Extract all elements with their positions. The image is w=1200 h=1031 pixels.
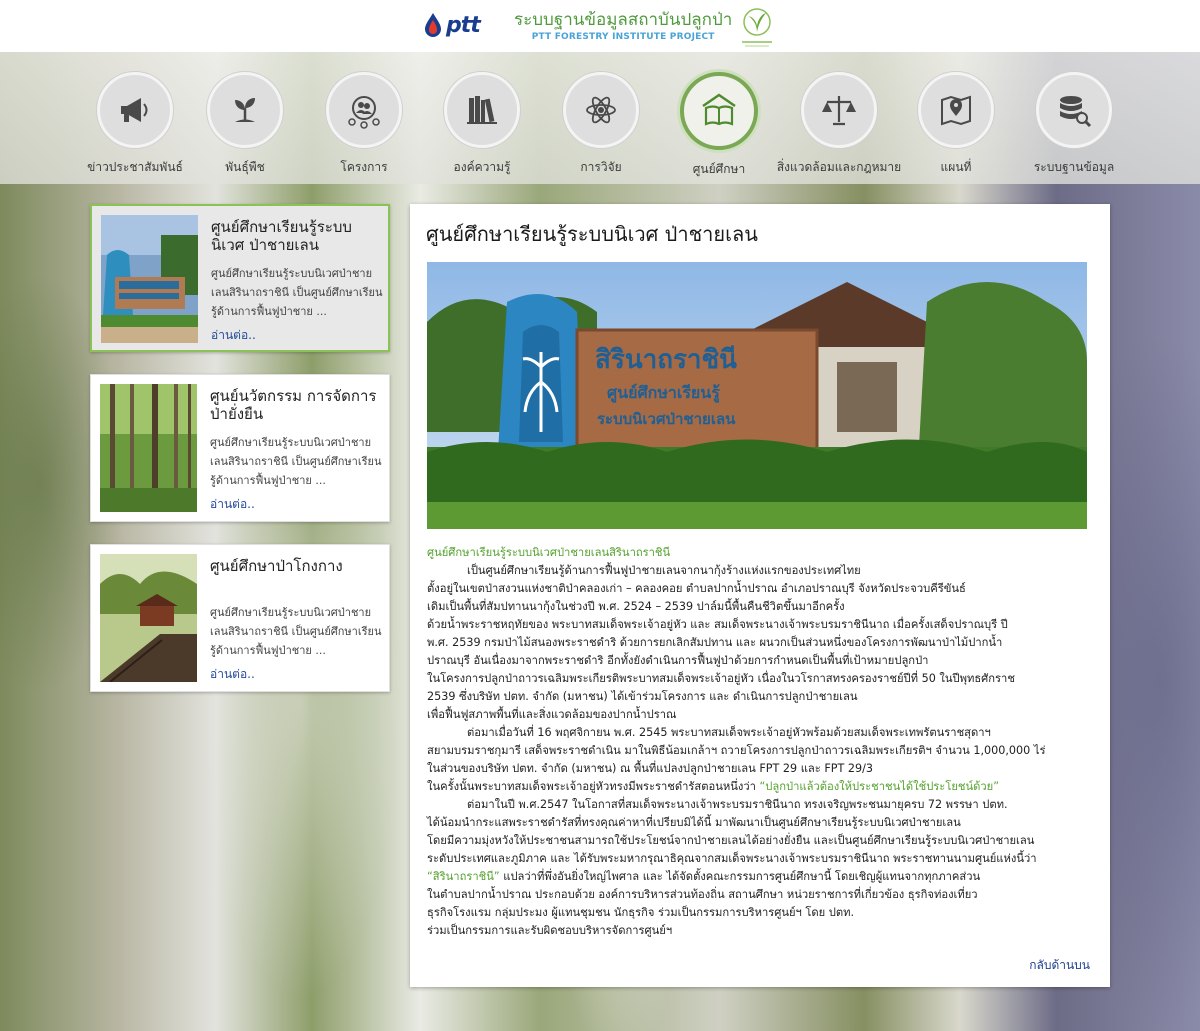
article-paragraph-line: ในตำบลปากน้ำปราณ ประกอบด้วย องค์การบริหา… xyxy=(427,888,978,901)
article-paragraph-line: ได้น้อมนำกระแสพระราชดำรัสที่ทรงคุณค่าหาท… xyxy=(427,816,961,829)
map-pin-icon xyxy=(941,95,971,126)
database-search-icon xyxy=(1060,96,1092,128)
forestry-institute-logo xyxy=(742,8,772,47)
article-paragraph-line: ร่วมเป็นกรรมการและรับผิดชอบบริหารจัดการศ… xyxy=(427,924,673,937)
ptt-flame-icon xyxy=(425,13,441,37)
card-thumbnail xyxy=(101,215,198,343)
article-paragraph-line: “สิรินาถราชินี” แปลว่าที่พึ่งอันยิ่งใหญ่… xyxy=(427,868,1097,886)
article-paragraph-line: เป็นศูนย์ศึกษาเรียนรู้ด้านการฟื้นฟูป่าชา… xyxy=(467,564,861,577)
nav-circle xyxy=(444,72,520,148)
forest-trees-image xyxy=(100,384,197,512)
ptt-logo[interactable]: ptt xyxy=(424,12,481,38)
article-paragraph-line: ตั้งอยู่ในเขตป่าสงวนแห่งชาติป่าคลองเก่า … xyxy=(427,582,966,595)
article-paragraph-line: ด้วยน้ำพระราชหฤทัยของ พระบาทสมเด็จพระเจ้… xyxy=(427,618,1008,631)
site-header: ptt ระบบฐานข้อมูลสถาบันปลูกป่า PTT FORES… xyxy=(0,0,1200,52)
read-more-link[interactable]: อ่านต่อ.. xyxy=(210,495,255,514)
line-text: แปลว่าที่พึ่งอันยิ่งใหญ่ไพศาล และ ได้จัด… xyxy=(499,870,981,883)
article-paragraph-line: ปราณบุรี อันเนื่องมาจากพระราชดำริ อีกทั้… xyxy=(427,654,929,667)
nav-circle xyxy=(207,72,283,148)
nav-label: ระบบฐานข้อมูล xyxy=(1033,160,1115,174)
sign-line-2: ศูนย์ศึกษาเรียนรู้ xyxy=(607,383,720,404)
card-title: ศูนย์นวัตกรรม การจัดการป่ายั่งยืน xyxy=(210,387,377,423)
article-subtitle: ศูนย์ศึกษาเรียนรู้ระบบนิเวศป่าชายเลนสิริ… xyxy=(427,546,671,559)
nav-circle xyxy=(563,72,639,148)
nav-item-database[interactable]: ระบบฐานข้อมูล xyxy=(999,72,1149,177)
sign-line-3: ระบบนิเวศป่าชายเลน xyxy=(597,410,736,428)
article-paragraph-line: เพื่อฟื้นฟูสภาพพื้นที่และสิ่งแวดล้อมของป… xyxy=(427,708,677,721)
mangrove-sign-image xyxy=(101,215,198,343)
article-paragraph-line: ในครั้งนั้นพระบาทสมเด็จพระเจ้าอยู่หัวทรง… xyxy=(427,778,1097,796)
card-title: ศูนย์ศึกษาป่าโกงกาง xyxy=(210,557,343,575)
article-paragraph-line: 2539 ซึ่งบริษัท ปตท. จำกัด (มหาชน) ได้เข… xyxy=(427,690,858,703)
article-paragraph-line: ต่อมาในปี พ.ศ.2547 ในโอกาสที่สมเด็จพระนา… xyxy=(467,798,1008,811)
nav-circle xyxy=(918,72,994,148)
article-paragraph-line: ธุรกิจโรงแรม กลุ่มประมง ผู้แทนชุมชน นักธ… xyxy=(427,906,855,919)
scales-icon xyxy=(822,96,856,126)
card-thumbnail xyxy=(100,384,197,512)
article-paragraph-line: โดยมีความมุ่งหวังให้ประชาชนสามารถใช้ประโ… xyxy=(427,834,1035,847)
article-paragraph-line: ระดับประเทศและภูมิภาค และ ได้รับพระมหากร… xyxy=(427,852,1037,865)
sidebar-card-kongkang-center[interactable]: ศูนย์ศึกษาป่าโกงกาง ศูนย์ศึกษาเรียนรู้ระ… xyxy=(90,544,390,692)
article-title: ศูนย์ศึกษาเรียนรู้ระบบนิเวศ ป่าชายเลน xyxy=(426,222,758,246)
article-paragraph-line: ต่อมาเมื่อวันที่ 16 พฤศจิกายน พ.ศ. 2545 … xyxy=(467,726,991,739)
sidebar-card-mangrove-center[interactable]: ศูนย์ศึกษาเรียนรู้ระบบนิเวศ ป่าชายเลน ศู… xyxy=(90,204,390,352)
royal-quote: “ปลูกป่าแล้วต้องให้ประชาชนได้ใช้ประโยชน์… xyxy=(759,780,1000,793)
nav-circle xyxy=(326,72,402,148)
article-paragraph-line: เดิมเป็นพื้นที่สัมปทานนากุ้งในช่วงปี พ.ศ… xyxy=(427,600,845,613)
site-title-th: ระบบฐานข้อมูลสถาบันปลูกป่า xyxy=(514,10,733,30)
article-paragraph-line: พ.ศ. 2539 กรมป่าไม้สนองพระราชดำริ ด้วยกา… xyxy=(427,636,1003,649)
article-panel: ศูนย์ศึกษาเรียนรู้ระบบนิเวศ ป่าชายเลน สิ… xyxy=(410,204,1110,987)
sidebar-card-innovation-center[interactable]: ศูนย์นวัตกรรม การจัดการป่ายั่งยืน ศูนย์ศ… xyxy=(90,374,390,522)
card-description: ศูนย์ศึกษาเรียนรู้ระบบนิเวศป่าชายเลนสิริ… xyxy=(210,436,382,487)
read-more-link[interactable]: อ่านต่อ.. xyxy=(210,665,255,684)
seedling-icon xyxy=(235,98,255,122)
article-paragraph-line: ในโครงการปลูกป่าถาวรเฉลิมพระเกียรติพระบา… xyxy=(427,672,1015,685)
nav-circle xyxy=(801,72,877,148)
article-photo: สิรินาถราชินี ศูนย์ศึกษาเรียนรู้ ระบบนิเ… xyxy=(427,262,1087,529)
card-description: ศูนย์ศึกษาเรียนรู้ระบบนิเวศป่าชายเลนสิริ… xyxy=(210,606,382,657)
article-paragraph-line: ในส่วนของบริษัท ปตท. จำกัด (มหาชน) ณ พื้… xyxy=(427,762,874,775)
ptt-logo-text: ptt xyxy=(446,12,481,38)
article-body: ศูนย์ศึกษาเรียนรู้ระบบนิเวศป่าชายเลนสิริ… xyxy=(427,544,1097,940)
atom-icon xyxy=(586,96,616,124)
card-description: ศูนย์ศึกษาเรียนรู้ระบบนิเวศป่าชายเลนสิริ… xyxy=(211,267,383,318)
nav-circle xyxy=(680,72,758,150)
mangrove-walkway-image xyxy=(100,554,197,682)
royal-name-quote: “สิรินาถราชินี” xyxy=(427,870,500,883)
nav-circle xyxy=(1036,72,1112,148)
card-thumbnail xyxy=(100,554,197,682)
open-book-house-icon xyxy=(702,93,736,126)
article-paragraph-line: สยามบรมราชกุมารี เสด็จพระราชดำเนิน มาในพ… xyxy=(427,744,1046,757)
sign-line-1: สิรินาถราชินี xyxy=(595,345,737,375)
nav-circle xyxy=(97,72,173,148)
site-title-en: PTT FORESTRY INSTITUTE PROJECT xyxy=(531,32,715,42)
main-nav: ข่าวประชาสัมพันธ์ พันธุ์พืช โครงการ องค์… xyxy=(0,52,1200,184)
back-to-top-link[interactable]: กลับด้านบน xyxy=(1029,956,1090,975)
card-title: ศูนย์ศึกษาเรียนรู้ระบบนิเวศ ป่าชายเลน xyxy=(211,218,352,254)
center-sign-photo: สิรินาถราชินี ศูนย์ศึกษาเรียนรู้ ระบบนิเ… xyxy=(427,262,1087,529)
site-title: ระบบฐานข้อมูลสถาบันปลูกป่า PTT FORESTRY … xyxy=(514,10,732,44)
people-network-icon xyxy=(348,96,380,129)
read-more-link[interactable]: อ่านต่อ.. xyxy=(211,326,256,345)
megaphone-icon xyxy=(121,98,148,122)
books-icon xyxy=(467,96,497,124)
line-text: ในครั้งนั้นพระบาทสมเด็จพระเจ้าอยู่หัวทรง… xyxy=(427,780,760,793)
